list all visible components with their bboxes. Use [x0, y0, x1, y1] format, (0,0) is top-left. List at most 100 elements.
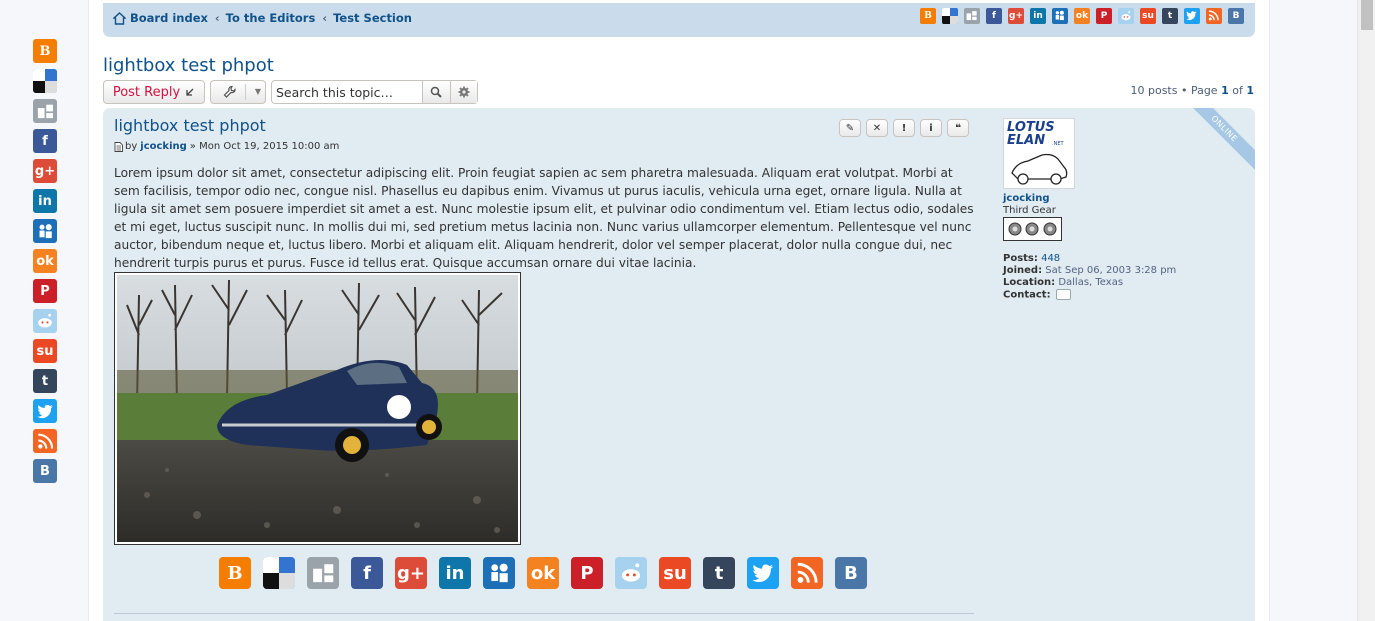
- twitter-icon[interactable]: [1184, 8, 1200, 24]
- avatar-text-net: .NET: [1052, 141, 1064, 147]
- topic-tools-button[interactable]: ▼: [210, 80, 266, 104]
- google-plus-icon[interactable]: g+: [395, 557, 427, 589]
- digg-icon[interactable]: [33, 99, 57, 123]
- odnoklassniki-icon[interactable]: ok: [1074, 8, 1090, 24]
- breadcrumb-board-index[interactable]: Board index: [130, 11, 208, 25]
- gear-rank-icon: [1043, 222, 1057, 236]
- breadcrumb-to-the-editors[interactable]: To the Editors: [226, 11, 316, 25]
- topic-search-box: [271, 80, 478, 104]
- blogger-icon[interactable]: B: [219, 557, 251, 589]
- pagination-total-pages[interactable]: 1: [1246, 84, 1254, 97]
- tumblr-icon[interactable]: t: [1162, 8, 1178, 24]
- contact-icon[interactable]: [1055, 289, 1071, 300]
- breadcrumb-separator: ‹: [214, 11, 220, 25]
- google-plus-icon[interactable]: g+: [1008, 8, 1024, 24]
- linkedin-icon[interactable]: in: [1030, 8, 1046, 24]
- rss-icon[interactable]: [33, 429, 57, 453]
- post-date: » Mon Oct 19, 2015 10:00 am: [189, 141, 340, 152]
- profile-username[interactable]: jcocking: [1003, 193, 1050, 204]
- home-icon[interactable]: [113, 11, 126, 25]
- nav-share-bar: Bf g+ in ok Psu t B: [914, 8, 1244, 24]
- post-by-label: by: [125, 141, 138, 152]
- pinterest-icon[interactable]: P: [1096, 8, 1112, 24]
- gear-icon: [458, 86, 470, 98]
- vk-icon[interactable]: B: [1228, 8, 1244, 24]
- digg-icon[interactable]: [307, 557, 339, 589]
- pinterest-icon[interactable]: P: [33, 279, 57, 303]
- post-reply-label: Post Reply: [112, 84, 181, 100]
- info-button[interactable]: i: [920, 119, 942, 137]
- facebook-icon[interactable]: f: [986, 8, 1002, 24]
- delicious-icon[interactable]: [263, 557, 295, 589]
- quote-button[interactable]: ❝: [947, 119, 969, 137]
- post-buttons: ✎ ✕ ! i ❝: [839, 119, 974, 137]
- rank-image: [1003, 217, 1062, 241]
- blogger-icon[interactable]: B: [33, 39, 57, 63]
- myspace-icon[interactable]: [483, 557, 515, 589]
- search-topic-input[interactable]: [272, 81, 422, 103]
- blogger-icon[interactable]: B: [920, 8, 936, 24]
- scrollbar-thumb[interactable]: [1361, 0, 1373, 30]
- vk-icon[interactable]: B: [835, 557, 867, 589]
- rss-icon[interactable]: [1206, 8, 1222, 24]
- post-share-bar: Bf g+ in ok Psu t B: [219, 557, 879, 589]
- reddit-icon[interactable]: [615, 557, 647, 589]
- post-link-icon[interactable]: [114, 141, 123, 152]
- pinterest-icon[interactable]: P: [571, 557, 603, 589]
- myspace-icon[interactable]: [1052, 8, 1068, 24]
- delicious-icon[interactable]: [33, 69, 57, 93]
- gear-rank-icon: [1008, 222, 1022, 236]
- edit-button[interactable]: ✎: [839, 119, 861, 137]
- scrollbar[interactable]: [1357, 0, 1375, 621]
- post-title[interactable]: lightbox test phpot: [114, 116, 266, 135]
- post-author[interactable]: jcocking: [140, 141, 187, 152]
- report-button[interactable]: !: [893, 119, 915, 137]
- delicious-icon[interactable]: [942, 8, 958, 24]
- vk-icon[interactable]: B: [33, 459, 57, 483]
- delete-button[interactable]: ✕: [866, 119, 888, 137]
- stumbleupon-icon[interactable]: su: [33, 339, 57, 363]
- linkedin-icon[interactable]: in: [439, 557, 471, 589]
- gear-rank-icon: [1025, 222, 1039, 236]
- joined-label: Joined:: [1003, 265, 1043, 276]
- tools-divider: [245, 84, 246, 100]
- online-ribbon: ONLINE: [1185, 108, 1255, 178]
- topic-title[interactable]: lightbox test phpot: [103, 55, 274, 76]
- linkedin-icon[interactable]: in: [33, 189, 57, 213]
- avatar-image: LOTUS ELAN .NET: [1003, 118, 1075, 189]
- odnoklassniki-icon[interactable]: ok: [527, 557, 559, 589]
- post-reply-button[interactable]: Post Reply: [103, 80, 205, 104]
- search-button[interactable]: [422, 81, 450, 103]
- location-label: Location:: [1003, 277, 1056, 288]
- breadcrumb-separator: ‹: [322, 11, 328, 25]
- odnoklassniki-icon[interactable]: ok: [33, 249, 57, 273]
- post: lightbox test phpot by jcocking » Mon Oc…: [103, 108, 1255, 621]
- contact-label: Contact:: [1003, 289, 1051, 301]
- facebook-icon[interactable]: f: [351, 557, 383, 589]
- post-separator: [114, 613, 974, 614]
- facebook-icon[interactable]: f: [33, 129, 57, 153]
- avatar[interactable]: LOTUS ELAN .NET: [1003, 118, 1075, 189]
- post-author-line: by jcocking » Mon Oct 19, 2015 10:00 am: [114, 141, 339, 152]
- reply-arrow-icon: [186, 88, 194, 96]
- myspace-icon[interactable]: [33, 219, 57, 243]
- rss-icon[interactable]: [791, 557, 823, 589]
- twitter-icon[interactable]: [747, 557, 779, 589]
- breadcrumb-test-section[interactable]: Test Section: [333, 11, 412, 25]
- stumbleupon-icon[interactable]: su: [659, 557, 691, 589]
- pagination: 10 posts • Page 1 of 1: [1130, 84, 1254, 97]
- post-content: Lorem ipsum dolor sit amet, consectetur …: [114, 166, 974, 270]
- twitter-icon[interactable]: [33, 399, 57, 423]
- digg-icon[interactable]: [964, 8, 980, 24]
- navbar: Board index ‹ To the Editors ‹ Test Sect…: [103, 0, 1255, 37]
- joined-value: Sat Sep 06, 2003 3:28 pm: [1045, 265, 1177, 276]
- stumbleupon-icon[interactable]: su: [1140, 8, 1156, 24]
- reddit-icon[interactable]: [1118, 8, 1134, 24]
- tumblr-icon[interactable]: t: [703, 557, 735, 589]
- posts-count-link[interactable]: 448: [1041, 253, 1060, 264]
- advanced-search-button[interactable]: [449, 81, 477, 103]
- reddit-icon[interactable]: [33, 309, 57, 333]
- google-plus-icon[interactable]: g+: [33, 159, 57, 183]
- post-image[interactable]: [114, 272, 521, 545]
- tumblr-icon[interactable]: t: [33, 369, 57, 393]
